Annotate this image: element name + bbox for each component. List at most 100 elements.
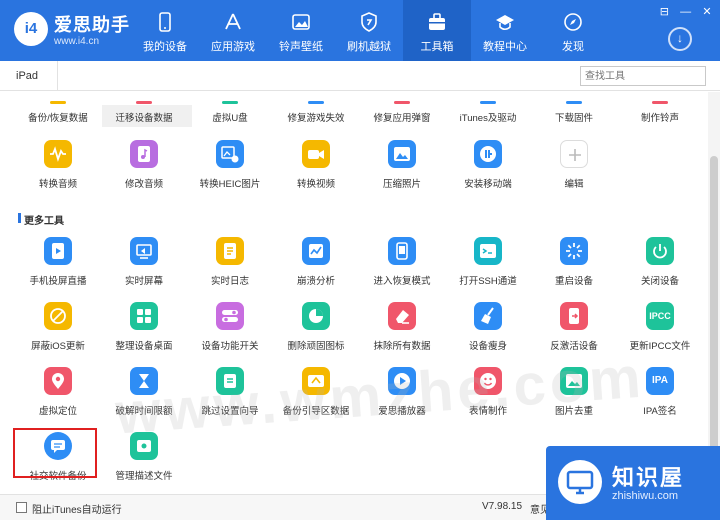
section-more-tools: 更多工具 <box>18 212 64 227</box>
tool-download-firmware[interactable]: 下载固件 <box>531 110 617 124</box>
app-url: www.i4.cn <box>54 36 100 47</box>
tool-fix-app-popup[interactable]: 修复应用弹窗 <box>359 110 445 124</box>
log-icon <box>216 237 244 265</box>
icon-edge <box>222 101 238 104</box>
tool-edit[interactable]: 编辑 <box>531 140 617 202</box>
tool-migrate-data[interactable]: 迁移设备数据 <box>101 110 187 124</box>
nav-label: 刷机越狱 <box>347 41 391 53</box>
tool-label: 整理设备桌面 <box>115 341 173 352</box>
tool-label: 压缩照片 <box>382 179 421 190</box>
toolbox-icon <box>429 13 445 30</box>
live-screen-icon <box>130 237 158 265</box>
nav-flash-jailbreak[interactable]: 刷机越狱 <box>335 0 403 61</box>
block-update-icon <box>44 302 72 330</box>
tool-label: 设备瘦身 <box>468 341 507 352</box>
delete-icon <box>302 302 330 330</box>
tool-make-ringtone[interactable]: 制作铃声 <box>617 110 703 124</box>
tool-organize-desktop[interactable]: 整理设备桌面 <box>101 302 187 364</box>
nav-label: 发现 <box>562 41 584 53</box>
tool-label: 手机投屏直播 <box>29 276 87 287</box>
tool-convert-audio[interactable]: 转换音频 <box>15 140 101 202</box>
tool-edit-audio[interactable]: 修改音频 <box>101 140 187 202</box>
close-icon[interactable]: ✕ <box>700 5 714 19</box>
vertical-scrollbar[interactable] <box>708 92 720 494</box>
audio-wave-icon <box>44 140 72 168</box>
photo-compress-icon <box>388 140 416 168</box>
device-tab-ipad[interactable]: iPad <box>0 61 58 91</box>
tool-label: 屏蔽iOS更新 <box>31 341 85 352</box>
tool-label: 抹除所有数据 <box>373 341 431 352</box>
tool-virtual-location[interactable]: 虚拟定位 <box>15 367 101 429</box>
add-icon <box>560 140 588 168</box>
tool-convert-video[interactable]: 转换视频 <box>273 140 359 202</box>
phone-icon <box>159 12 171 32</box>
tool-recovery-mode[interactable]: 进入恢复模式 <box>359 237 445 299</box>
badge-title: 知识屋 <box>612 465 685 490</box>
logo-badge-icon: i4 <box>14 12 48 46</box>
tool-label: 崩溃分析 <box>296 276 335 287</box>
tool-convert-heic[interactable]: 转换HEIC图片 <box>187 140 273 202</box>
minimize-icon[interactable]: — <box>679 5 693 19</box>
window-controls: ⊟ — ✕ <box>653 4 714 19</box>
location-pin-icon <box>44 367 72 395</box>
tool-delete-stubborn-icons[interactable]: 删除顽固图标 <box>273 302 359 364</box>
nav-label: 我的设备 <box>143 41 187 53</box>
version-label: V7.98.15 <box>482 501 523 512</box>
scroll-thumb[interactable] <box>710 156 718 492</box>
device-bar: iPad <box>0 61 720 91</box>
toggle-icon <box>216 302 244 330</box>
tool-virtual-udisk[interactable]: 虚拟U盘 <box>187 110 273 124</box>
tool-label: 打开SSH通道 <box>459 276 517 287</box>
menu-icon[interactable]: ⊟ <box>657 5 671 19</box>
tool-compress-photos[interactable]: 压缩照片 <box>359 140 445 202</box>
tool-itunes-driver[interactable]: iTunes及驱动 <box>445 110 531 124</box>
tool-label: 安装移动端 <box>464 179 512 190</box>
tool-ssh-channel[interactable]: 打开SSH通道 <box>445 237 531 299</box>
icon-edge <box>566 101 582 104</box>
itunes-autorun-label[interactable]: 阻止iTunes自动运行 <box>32 501 122 516</box>
icon-edge <box>652 101 668 104</box>
tool-install-mobile[interactable]: 安装移动端 <box>445 140 531 202</box>
toolbox-content: 备份/恢复数据 迁移设备数据 虚拟U盘 修复游戏失效 修复应用弹窗 iTunes… <box>0 92 708 494</box>
tool-erase-all-data[interactable]: 抹除所有数据 <box>359 302 445 364</box>
power-icon <box>646 237 674 265</box>
nav-apps-games[interactable]: 应用游戏 <box>199 0 267 61</box>
itunes-autorun-checkbox[interactable] <box>16 502 27 513</box>
wallpaper-icon <box>292 14 310 30</box>
nav-toolbox[interactable]: 工具箱 <box>403 0 471 61</box>
tool-live-screen[interactable]: 实时屏幕 <box>101 237 187 299</box>
tool-feature-toggles[interactable]: 设备功能开关 <box>187 302 273 364</box>
tool-label: 重启设备 <box>554 276 593 287</box>
search-input[interactable] <box>580 66 706 86</box>
badge-url: zhishiwu.com <box>612 490 679 502</box>
nav-discover[interactable]: 发现 <box>539 0 607 61</box>
image-convert-icon <box>216 140 244 168</box>
highlight-box <box>13 428 97 478</box>
ipcc-icon: IPCC <box>646 302 674 330</box>
nav-label: 工具箱 <box>420 41 454 53</box>
icon-edge <box>480 101 496 104</box>
desktop-grid-icon <box>130 302 158 330</box>
nav-ringtones-wallpapers[interactable]: 铃声壁纸 <box>267 0 335 61</box>
tool-shutdown-device[interactable]: 关闭设备 <box>617 237 703 299</box>
deactivate-icon <box>560 302 588 330</box>
tool-screen-cast[interactable]: 手机投屏直播 <box>15 237 101 299</box>
tool-backup-restore[interactable]: 备份/恢复数据 <box>15 110 101 124</box>
tool-block-ios-update[interactable]: 屏蔽iOS更新 <box>15 302 101 364</box>
nav-label: 教程中心 <box>483 41 527 53</box>
icon-edge <box>394 101 410 104</box>
tool-label: 虚拟定位 <box>38 406 77 417</box>
tool-fix-games[interactable]: 修复游戏失效 <box>273 110 359 124</box>
app-name: 爱思助手 <box>54 15 130 35</box>
i4-app-icon <box>474 140 502 168</box>
nav-tutorials[interactable]: 教程中心 <box>471 0 539 61</box>
nav-label: 应用游戏 <box>211 41 255 53</box>
title-bar: i4 爱思助手 www.i4.cn 我的设备 应用游戏 铃声壁纸 刷机越狱 工具… <box>0 0 720 61</box>
nav-my-device[interactable]: 我的设备 <box>131 0 199 61</box>
tool-label: 实时日志 <box>210 276 249 287</box>
download-icon[interactable]: ↓ <box>668 27 692 51</box>
tool-restart-device[interactable]: 重启设备 <box>531 237 617 299</box>
tool-label: 转换HEIC图片 <box>199 179 261 190</box>
tool-crash-analysis[interactable]: 崩溃分析 <box>273 237 359 299</box>
tool-live-log[interactable]: 实时日志 <box>187 237 273 299</box>
